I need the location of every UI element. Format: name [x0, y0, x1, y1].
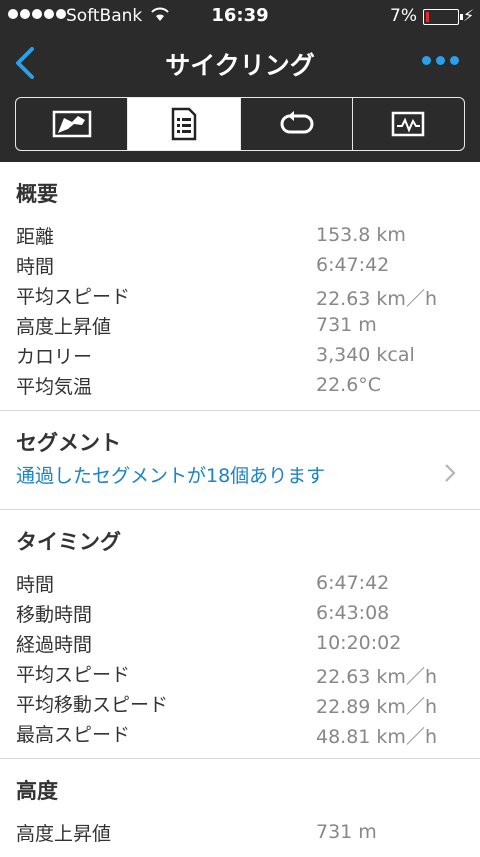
timing-row-max-speed: 最高スピード 48.81 km／h [0, 718, 480, 748]
status-bar: SoftBank 16:39 7% ⚡ [0, 0, 480, 32]
segments-title: セグメント [16, 431, 121, 455]
row-value: 731 m [316, 314, 377, 336]
nav-bar: サイクリング [0, 32, 480, 92]
tab-laps[interactable] [241, 98, 353, 150]
timing-row-time: 時間 6:47:42 [0, 568, 480, 598]
timing-list: 時間 6:47:42 移動時間 6:43:08 経過時間 10:20:02 平均スピー… [0, 548, 480, 758]
tab-details[interactable] [128, 98, 241, 150]
summary-list: 距離 153.8 km 時間 6:47:42 平均スピード 22.63 km／h 高度… [0, 200, 480, 410]
detail-content: 概要 距離 153.8 km 時間 6:47:42 平均スピード 22.63 km／h… [0, 162, 480, 857]
row-label: 時間 [16, 574, 55, 596]
row-value: 731 m [316, 821, 377, 843]
row-value: 6:47:42 [316, 254, 390, 276]
summary-row-calories: カロリー 3,340 kcal [0, 340, 480, 370]
elevation-row-gain: 高度上昇値 731 m [0, 817, 480, 847]
app-header: SoftBank 16:39 7% ⚡ サイクリング [0, 0, 480, 162]
chevron-right-icon [445, 464, 456, 482]
timing-title: タイミング [16, 530, 121, 554]
more-options-button[interactable] [422, 56, 459, 65]
row-label: 平均スピード [16, 286, 131, 308]
row-value: 153.8 km [316, 224, 406, 246]
segments-section: セグメント 通過したセグメントが18個あります [0, 411, 480, 510]
row-label: 距離 [16, 226, 55, 248]
row-label: 経過時間 [16, 634, 93, 656]
map-icon [52, 110, 91, 138]
elevation-section: 高度 高度上昇値 731 m [0, 759, 480, 857]
battery-icon [423, 9, 463, 25]
tab-map[interactable] [16, 98, 129, 150]
row-value: 22.63 km／h [316, 288, 437, 310]
summary-title: 概要 [16, 182, 58, 206]
battery-percent: 7% [390, 6, 417, 26]
row-label: 平均スピード [16, 664, 131, 686]
summary-row-elevation-gain: 高度上昇値 731 m [0, 310, 480, 340]
elevation-title: 高度 [16, 779, 58, 803]
summary-row-distance: 距離 153.8 km [0, 220, 480, 250]
elevation-list: 高度上昇値 731 m [0, 797, 480, 857]
timing-section: タイミング 時間 6:47:42 移動時間 6:43:08 経過時間 10:20:02… [0, 510, 480, 759]
row-value: 22.89 km／h [316, 696, 437, 718]
row-value: 22.6°C [316, 374, 382, 396]
summary-section: 概要 距離 153.8 km 時間 6:47:42 平均スピード 22.63 km／h… [0, 162, 480, 411]
timing-row-moving-time: 移動時間 6:43:08 [0, 598, 480, 628]
summary-row-time: 時間 6:47:42 [0, 250, 480, 280]
row-value: 3,340 kcal [316, 344, 415, 366]
row-value: 10:20:02 [316, 632, 402, 654]
row-value: 6:43:08 [316, 602, 390, 624]
tab-bar [15, 97, 465, 151]
row-value: 6:47:42 [316, 572, 390, 594]
graph-chart-icon [392, 111, 425, 137]
timing-row-avg-moving-speed: 平均移動スピード 22.89 km／h [0, 688, 480, 718]
charging-icon: ⚡ [463, 6, 475, 25]
details-document-icon [171, 107, 197, 141]
row-value: 22.63 km／h [316, 666, 437, 688]
tab-graph[interactable] [353, 98, 464, 150]
segments-link[interactable]: 通過したセグメントが18個あります [0, 449, 480, 509]
page-title: サイクリング [165, 51, 315, 80]
row-label: 高度上昇値 [16, 316, 112, 338]
timing-row-elapsed-time: 経過時間 10:20:02 [0, 628, 480, 658]
summary-row-avg-temp: 平均気温 22.6°C [0, 370, 480, 400]
segments-link-text[interactable]: 通過したセグメントが18個あります [16, 461, 325, 488]
laps-loop-icon [280, 111, 314, 134]
row-label: 最高スピード [16, 724, 131, 746]
row-label: カロリー [16, 346, 93, 368]
row-label: 平均移動スピード [16, 694, 169, 716]
summary-row-avg-speed: 平均スピード 22.63 km／h [0, 280, 480, 310]
row-label: 移動時間 [16, 604, 93, 626]
timing-row-avg-speed: 平均スピード 22.63 km／h [0, 658, 480, 688]
row-value: 48.81 km／h [316, 726, 437, 748]
row-label: 平均気温 [16, 376, 93, 398]
row-label: 高度上昇値 [16, 823, 112, 845]
row-label: 時間 [16, 256, 55, 278]
